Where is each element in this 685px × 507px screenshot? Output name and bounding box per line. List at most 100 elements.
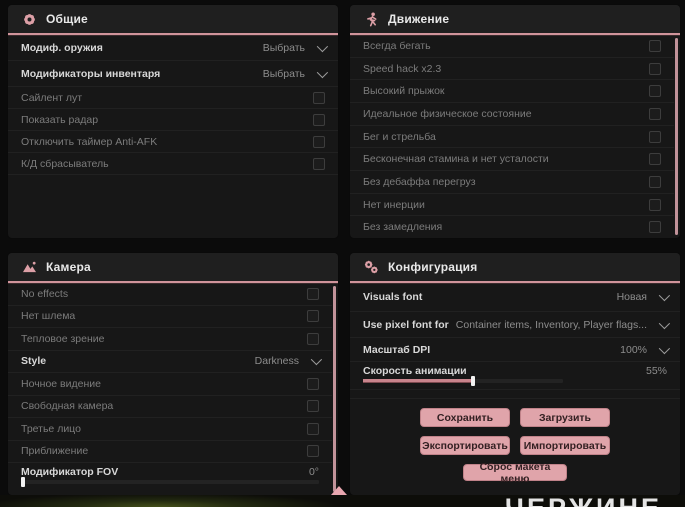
row-visuals-font: Visuals font Новая <box>350 283 680 312</box>
watermark-text: ЧЕРЖИНЕ <box>505 493 662 507</box>
row-no-helmet[interactable]: Нет шлема <box>8 306 332 328</box>
reset-layout-button[interactable]: Сброс макета меню <box>463 461 567 485</box>
third-person-checkbox[interactable] <box>307 422 319 435</box>
row-label: Без дебаффа перегруз <box>363 175 476 188</box>
speed-hack-checkbox[interactable] <box>649 62 661 75</box>
dpi-scale-dropdown[interactable]: 100% <box>620 342 671 356</box>
row-label: Нет инерции <box>363 198 425 211</box>
show-radar-checkbox[interactable] <box>313 113 325 126</box>
run-and-shoot-checkbox[interactable] <box>649 130 661 143</box>
row-label: Visuals font <box>363 291 423 303</box>
panel-title: Конфигурация <box>388 260 478 274</box>
no-helmet-checkbox[interactable] <box>307 310 319 323</box>
always-run-checkbox[interactable] <box>649 39 661 52</box>
row-inventory-mods: Модификаторы инвентаря Выбрать <box>8 61 338 87</box>
row-dpi-scale: Масштаб DPI 100% <box>350 338 680 362</box>
row-kd-resetter[interactable]: К/Д сбрасыватель <box>8 153 338 175</box>
camera-scrollbar[interactable] <box>333 286 336 492</box>
chevron-down-icon <box>316 66 329 78</box>
cheat-menu-screen: Общие Модиф. оружия Выбрать Модификаторы… <box>0 0 685 507</box>
row-label: Отключить таймер Anti-AFK <box>21 135 158 148</box>
row-animation-speed: Скорость анимации 55% <box>350 362 680 390</box>
cursor-marker <box>331 486 347 495</box>
dropdown-value: Выбрать <box>262 67 305 80</box>
import-button[interactable]: Импортировать <box>520 436 610 455</box>
infinite-stamina-checkbox[interactable] <box>649 153 661 166</box>
no-inertia-checkbox[interactable] <box>649 198 661 211</box>
dropdown-value: Новая <box>616 291 647 303</box>
mountains-icon <box>22 260 37 275</box>
panel-config-header[interactable]: Конфигурация <box>350 253 680 281</box>
row-zoom[interactable]: Приближение <box>8 441 332 463</box>
row-always-run[interactable]: Всегда бегать <box>350 35 674 58</box>
runner-icon <box>364 11 379 27</box>
fov-slider-handle[interactable] <box>21 477 25 487</box>
row-speed-hack[interactable]: Speed hack x2.3 <box>350 58 674 81</box>
row-no-slowdown[interactable]: Без замедления <box>350 216 674 238</box>
row-run-and-shoot[interactable]: Бег и стрельба <box>350 126 674 149</box>
row-label: Ночное видение <box>21 377 101 390</box>
chevron-down-icon <box>658 342 671 354</box>
fov-slider[interactable] <box>21 477 319 487</box>
pixel-font-dropdown[interactable]: Container items, Inventory, Player flags… <box>456 317 671 331</box>
row-anti-afk-timer[interactable]: Отключить таймер Anti-AFK <box>8 131 338 153</box>
panel-camera-header[interactable]: Камера <box>8 253 338 281</box>
row-free-camera[interactable]: Свободная камера <box>8 396 332 418</box>
zoom-checkbox[interactable] <box>307 445 319 458</box>
row-label: Use pixel font for <box>363 318 449 331</box>
chevron-down-icon <box>658 289 671 302</box>
high-jump-checkbox[interactable] <box>649 85 661 98</box>
row-label: Приближение <box>21 445 89 458</box>
export-button[interactable]: Экспортировать <box>420 436 510 455</box>
panel-movement-header[interactable]: Движение <box>350 5 680 33</box>
row-label: Высокий прыжок <box>363 85 445 98</box>
chevron-down-icon <box>658 317 671 329</box>
chevron-down-icon <box>316 40 329 52</box>
visuals-font-dropdown[interactable]: Новая <box>616 289 671 303</box>
no-overload-checkbox[interactable] <box>649 175 661 188</box>
row-perfect-condition[interactable]: Идеальное физическое состояние <box>350 103 674 126</box>
weapon-mod-dropdown[interactable]: Выбрать <box>263 40 329 54</box>
panel-general-header[interactable]: Общие <box>8 5 338 33</box>
style-dropdown[interactable]: Darkness <box>255 354 323 367</box>
anti-afk-checkbox[interactable] <box>313 135 325 148</box>
row-label: Модификаторы инвентаря <box>21 67 161 80</box>
gear-icon <box>22 12 37 27</box>
row-no-overload-debuff[interactable]: Без дебаффа перегруз <box>350 171 674 194</box>
row-label: No effects <box>21 287 69 300</box>
row-show-radar[interactable]: Показать радар <box>8 109 338 131</box>
row-label: Бег и стрельба <box>363 130 436 143</box>
inventory-mods-dropdown[interactable]: Выбрать <box>262 66 329 80</box>
row-night-vision[interactable]: Ночное видение <box>8 373 332 396</box>
row-high-jump[interactable]: Высокий прыжок <box>350 80 674 104</box>
gears-icon <box>364 260 379 275</box>
night-vision-checkbox[interactable] <box>307 377 319 390</box>
row-label: Модификатор FOV <box>21 465 119 478</box>
silent-loot-checkbox[interactable] <box>313 91 325 104</box>
row-label: Масштаб DPI <box>363 343 431 356</box>
movement-scrollbar[interactable] <box>675 38 678 235</box>
animation-speed-fill <box>363 379 473 383</box>
panel-camera: Камера No effects Нет шлема Тепловое зре… <box>8 253 338 495</box>
row-label: Третье лицо <box>21 422 81 435</box>
animation-speed-slider[interactable] <box>363 376 563 386</box>
row-label: Бесконечная стамина и нет усталости <box>363 153 549 166</box>
save-button[interactable]: Сохранить <box>420 408 510 427</box>
row-label: Модиф. оружия <box>21 41 103 54</box>
row-no-effects[interactable]: No effects <box>8 283 332 306</box>
row-third-person[interactable]: Третье лицо <box>8 418 332 441</box>
perfect-condition-checkbox[interactable] <box>649 107 661 120</box>
row-silent-loot[interactable]: Сайлент лут <box>8 87 338 109</box>
row-weapon-mod: Модиф. оружия Выбрать <box>8 35 338 61</box>
animation-speed-handle[interactable] <box>471 376 475 386</box>
no-effects-checkbox[interactable] <box>307 287 319 300</box>
load-button[interactable]: Загрузить <box>520 408 610 427</box>
thermal-vision-checkbox[interactable] <box>307 332 319 345</box>
free-camera-checkbox[interactable] <box>307 400 319 413</box>
row-label: Без замедления <box>363 221 443 234</box>
no-slowdown-checkbox[interactable] <box>649 221 661 234</box>
row-thermal-vision[interactable]: Тепловое зрение <box>8 328 332 351</box>
row-infinite-stamina[interactable]: Бесконечная стамина и нет усталости <box>350 148 674 172</box>
row-no-inertia[interactable]: Нет инерции <box>350 194 674 217</box>
kd-resetter-checkbox[interactable] <box>313 157 325 170</box>
